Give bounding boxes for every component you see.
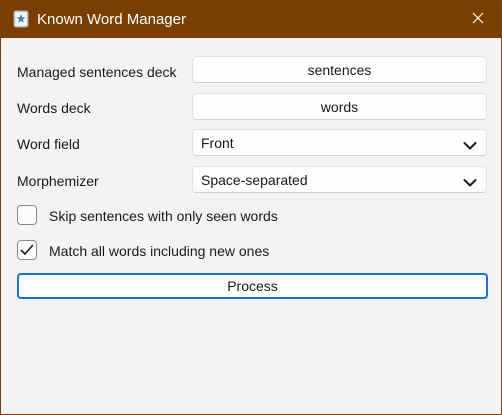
chevron-down-icon	[463, 175, 477, 187]
process-button-label: Process	[227, 278, 278, 294]
close-button[interactable]	[455, 1, 501, 38]
title-bar[interactable]: Known Word Manager	[1, 1, 501, 38]
morphemizer-select[interactable]: Space-separated	[192, 166, 487, 193]
match-all-label[interactable]: Match all words including new ones	[49, 243, 269, 259]
close-icon	[472, 11, 484, 29]
sentences-deck-value: sentences	[307, 61, 372, 78]
match-all-checkbox[interactable]	[17, 240, 37, 260]
process-button[interactable]: Process	[17, 273, 488, 299]
words-deck-value: words	[320, 98, 359, 115]
anki-app-icon	[13, 10, 29, 28]
dialog-content: Managed sentences deck sentences Words d…	[1, 38, 501, 414]
sentences-deck-button[interactable]: sentences	[192, 56, 487, 83]
morphemizer-value: Space-separated	[201, 171, 308, 188]
word-field-value: Front	[201, 134, 234, 151]
morphemizer-label: Morphemizer	[17, 173, 99, 189]
word-field-select[interactable]: Front	[192, 129, 487, 156]
skip-seen-checkbox[interactable]	[17, 205, 37, 225]
window-title: Known Word Manager	[37, 11, 186, 28]
skip-seen-label[interactable]: Skip sentences with only seen words	[49, 208, 278, 224]
checkmark-icon	[20, 244, 34, 255]
chevron-down-icon	[463, 138, 477, 150]
words-deck-button[interactable]: words	[192, 93, 487, 120]
word-field-label: Word field	[17, 136, 80, 152]
sentences-deck-label: Managed sentences deck	[17, 64, 177, 80]
known-word-manager-window: Known Word Manager Managed sentences dec…	[0, 0, 502, 415]
words-deck-label: Words deck	[17, 100, 91, 116]
